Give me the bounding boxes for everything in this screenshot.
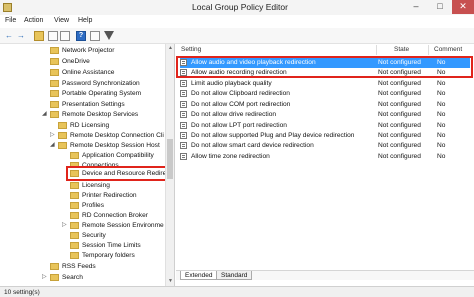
properties-icon[interactable] (90, 31, 100, 41)
minimize-button[interactable]: – (404, 0, 428, 14)
forward-button[interactable]: → (16, 31, 26, 41)
folder-icon (50, 90, 59, 97)
settings-count: 10 setting(s) (4, 289, 40, 296)
up-folder-icon[interactable] (34, 31, 44, 41)
policy-setting-icon (180, 101, 187, 108)
toolbar: ← → ? (0, 28, 474, 44)
folder-icon (50, 111, 59, 118)
setting-row[interactable]: Do not allow Clipboard redirection Not co… (180, 89, 470, 99)
maximize-button[interactable]: □ (428, 0, 452, 14)
folder-icon (70, 182, 79, 189)
folder-icon (70, 152, 79, 159)
window-title: Local Group Policy Editor (192, 2, 288, 12)
setting-row[interactable]: Do not allow smart card device redirecti… (180, 141, 470, 151)
folder-icon (58, 132, 67, 139)
column-header-comment[interactable]: Comment (434, 46, 462, 56)
collapsed-arrow-icon[interactable]: ▷ (42, 274, 47, 281)
scroll-up-icon[interactable]: ▲ (166, 44, 175, 53)
folder-icon (50, 69, 59, 76)
policy-setting-icon (180, 153, 187, 160)
title-bar: Local Group Policy Editor – □ ✕ (0, 0, 474, 15)
tab-standard[interactable]: Standard (216, 271, 253, 280)
folder-icon (58, 122, 67, 129)
menu-action[interactable]: Action (24, 17, 43, 24)
tab-extended[interactable]: Extended (180, 271, 218, 280)
scroll-down-icon[interactable]: ▼ (166, 277, 175, 286)
folder-icon (58, 142, 67, 149)
folder-icon (50, 263, 59, 270)
folder-icon (70, 232, 79, 239)
tree-pane: Network Projector OneDrive Online Assist… (0, 44, 175, 286)
setting-row[interactable]: Limit audio playback quality Not configur… (180, 79, 470, 89)
settings-list-pane: Setting State Comment Allow audio and vi… (176, 44, 474, 286)
view-tabs: Extended Standard (176, 270, 474, 280)
menu-file[interactable]: File (5, 17, 16, 24)
column-divider[interactable] (376, 45, 377, 55)
collapsed-arrow-icon[interactable]: ▷ (50, 132, 55, 139)
folder-icon (70, 212, 79, 219)
column-header-state[interactable]: State (394, 46, 409, 56)
setting-row[interactable]: Do not allow COM port redirection Not con… (180, 100, 470, 110)
policy-setting-icon (180, 80, 187, 87)
policy-setting-icon (180, 111, 187, 118)
tree-scrollbar[interactable]: ▲ ▼ (165, 44, 174, 286)
folder-icon (70, 170, 79, 177)
policy-setting-icon (180, 122, 187, 129)
status-bar: 10 setting(s) (0, 286, 474, 297)
setting-row[interactable]: Do not allow drive redirection Not config… (180, 110, 470, 120)
folder-icon (50, 58, 59, 65)
policy-setting-icon (180, 142, 187, 149)
menu-view[interactable]: View (54, 17, 69, 24)
back-button[interactable]: ← (4, 31, 14, 41)
folder-icon (50, 101, 59, 108)
collapsed-arrow-icon[interactable]: ▷ (62, 222, 67, 229)
export-list-icon[interactable] (60, 31, 70, 41)
folder-icon (70, 222, 79, 229)
expanded-arrow-icon[interactable]: ◢ (42, 111, 47, 118)
show-hide-tree-icon[interactable] (48, 31, 58, 41)
policy-setting-icon (180, 90, 187, 97)
folder-icon (50, 47, 59, 54)
menu-bar: File Action View Help (0, 15, 474, 28)
column-header-setting[interactable]: Setting (181, 46, 201, 56)
policy-setting-icon (180, 132, 187, 139)
menu-help[interactable]: Help (78, 17, 92, 24)
close-button[interactable]: ✕ (452, 0, 474, 14)
help-icon[interactable]: ? (76, 31, 86, 41)
folder-icon (70, 192, 79, 199)
expanded-arrow-icon[interactable]: ◢ (50, 142, 55, 149)
setting-row[interactable]: Do not allow supported Plug and Play dev… (180, 131, 470, 141)
folder-icon (50, 80, 59, 87)
folder-icon (70, 242, 79, 249)
column-divider[interactable] (428, 45, 429, 55)
setting-row[interactable]: Allow time zone redirection Not configure… (180, 152, 470, 162)
setting-row[interactable]: Do not allow LPT port redirection Not con… (180, 121, 470, 131)
folder-icon (50, 274, 59, 281)
scroll-thumb[interactable] (167, 139, 173, 179)
policy-editor-icon (3, 3, 12, 12)
filter-icon[interactable] (104, 31, 114, 40)
tree-item-device-resource-redirection[interactable]: Device and Resource Redirec (66, 166, 170, 181)
folder-icon (70, 202, 79, 209)
annotation-highlight-box (176, 56, 473, 78)
folder-icon (70, 252, 79, 259)
